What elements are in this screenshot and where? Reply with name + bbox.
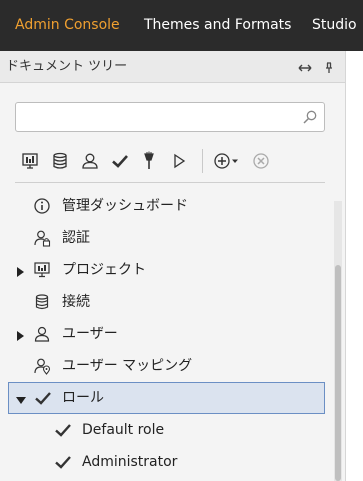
tree-item-label: プロジェクト (62, 262, 146, 278)
panel-header: ドキュメント ツリー (0, 51, 345, 83)
check-icon (54, 421, 72, 439)
tree-item-roles[interactable]: ロール (8, 382, 325, 414)
info-icon (33, 197, 51, 215)
document-tree-panel: ドキュメント ツリー 管理ダッシュボード 認証 プロジェクト 接続 ユーザー ユ… (0, 51, 345, 481)
tree-item-label: Default role (82, 422, 165, 438)
tree-item-user-mapping[interactable]: ユーザー マッピング (8, 350, 325, 382)
add-menu-icon[interactable] (212, 151, 240, 171)
project-icon[interactable] (20, 151, 40, 171)
user-icon[interactable] (80, 151, 100, 171)
tab-studio[interactable]: Studio (312, 0, 357, 51)
play-icon[interactable] (169, 151, 189, 171)
database-icon (33, 293, 51, 311)
remove-icon[interactable] (251, 151, 271, 171)
double-arrow-icon[interactable] (298, 60, 312, 74)
tree-item-authentication[interactable]: 認証 (8, 222, 325, 254)
tree-item-connections[interactable]: 接続 (8, 286, 325, 318)
panel-title: ドキュメント ツリー (6, 59, 128, 74)
tree-item-label: ユーザー (62, 326, 118, 342)
expand-arrow-icon[interactable] (14, 327, 26, 341)
user-lock-icon (33, 229, 51, 247)
check-icon (34, 389, 52, 407)
tree-item-label: ロール (62, 390, 104, 406)
toolbar-separator (202, 149, 203, 173)
top-nav: Admin Console Themes and Formats Studio (0, 0, 363, 51)
search-icon[interactable] (302, 109, 318, 125)
pin-icon[interactable] (322, 60, 336, 74)
tree-item-users[interactable]: ユーザー (8, 318, 325, 350)
tree-item-label: 接続 (62, 294, 90, 310)
check-icon[interactable] (110, 151, 130, 171)
toolbar-divider (15, 182, 325, 183)
search-box (15, 102, 325, 132)
tree-item-label: Administrator (82, 454, 178, 470)
tree-item-label: 認証 (62, 230, 90, 246)
project-icon (33, 261, 51, 279)
tab-themes-and-formats[interactable]: Themes and Formats (144, 0, 291, 51)
tree-item-label: 管理ダッシュボード (62, 198, 188, 214)
torch-icon[interactable] (139, 151, 159, 171)
user-icon (33, 325, 51, 343)
check-icon (54, 453, 72, 471)
scrollbar-thumb[interactable] (335, 265, 341, 481)
collapse-arrow-icon[interactable] (15, 391, 27, 404)
tree-item-admin-dashboard[interactable]: 管理ダッシュボード (8, 190, 325, 222)
content-area-edge (345, 51, 363, 481)
expand-arrow-icon[interactable] (14, 263, 26, 277)
search-input[interactable] (20, 107, 296, 127)
tree-item-administrator[interactable]: Administrator (8, 446, 325, 478)
tab-admin-console[interactable]: Admin Console (15, 0, 120, 51)
user-map-icon (33, 357, 51, 375)
tree-item-default-role[interactable]: Default role (8, 414, 325, 446)
database-icon[interactable] (50, 151, 70, 171)
tree-item-label: ユーザー マッピング (62, 358, 193, 374)
tree-item-projects[interactable]: プロジェクト (8, 254, 325, 286)
